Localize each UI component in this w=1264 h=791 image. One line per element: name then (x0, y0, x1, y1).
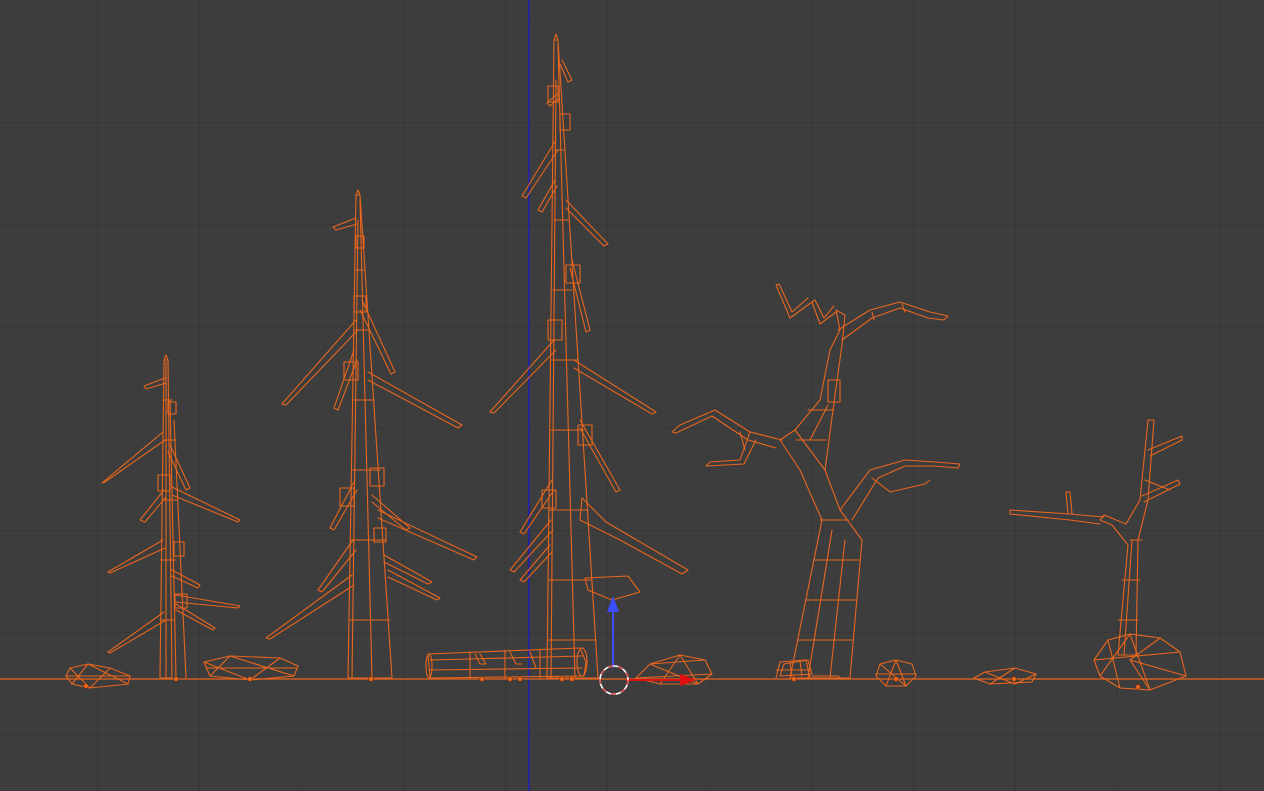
origin-pine-tree-small (173, 676, 179, 682)
pine-tree-medium[interactable] (265, 189, 478, 682)
transform-gizmo-icon[interactable] (607, 596, 696, 686)
rock-1[interactable] (65, 663, 131, 689)
fallen-log[interactable] (425, 647, 588, 682)
3d-viewport[interactable] (0, 0, 1264, 791)
rock-5[interactable] (973, 667, 1037, 685)
origin-pine-tree-large (569, 676, 575, 682)
scene-wireframe[interactable] (0, 0, 1264, 791)
3d-cursor-icon[interactable] (599, 665, 629, 695)
origin-dead-tree-large (791, 676, 797, 682)
dead-tree-large[interactable] (671, 283, 961, 682)
pine-tree-small[interactable] (101, 354, 241, 682)
origin-pine-tree-medium (368, 676, 374, 682)
pine-tree-large[interactable] (489, 33, 689, 682)
rock-4[interactable] (875, 659, 917, 687)
origin-dead-tree-small (1135, 684, 1141, 690)
dead-tree-small[interactable] (1009, 419, 1187, 691)
rock-2[interactable] (203, 655, 299, 682)
